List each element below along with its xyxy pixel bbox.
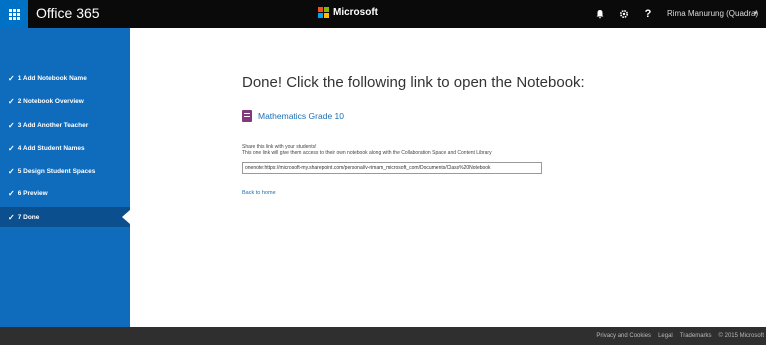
page-title: Done! Click the following link to open t… — [242, 74, 585, 91]
main-content: Done! Click the following link to open t… — [130, 28, 766, 327]
check-icon: ✓ — [8, 96, 15, 106]
chevron-down-icon[interactable]: ▾ — [754, 9, 758, 17]
top-bar: Office 365 Microsoft ? Rima Manurung (Qu… — [0, 0, 766, 28]
step-label: 6 Preview — [17, 189, 48, 197]
footer-link-legal[interactable]: Legal — [658, 333, 673, 339]
app-name[interactable]: Office 365 — [36, 5, 100, 21]
footer: Privacy and Cookies Legal Trademarks © 2… — [0, 327, 766, 345]
footer-copyright: © 2015 Microsoft — [718, 333, 764, 339]
brand-label: Microsoft — [333, 7, 378, 18]
waffle-icon[interactable] — [0, 0, 28, 28]
gear-icon[interactable] — [612, 0, 636, 28]
user-name[interactable]: Rima Manurung (Quadra) — [667, 9, 758, 18]
check-icon: ✓ — [8, 166, 15, 176]
step-add-another-teacher[interactable]: ✓ 3 Add Another Teacher — [0, 115, 130, 135]
check-icon: ✓ — [8, 212, 15, 222]
step-label: 3 Add Another Teacher — [17, 121, 89, 129]
step-add-notebook-name[interactable]: ✓ 1 Add Notebook Name — [0, 68, 130, 88]
notebook-url-field[interactable]: onenote:https://microsoft-my.sharepoint.… — [242, 162, 542, 174]
step-design-student-spaces[interactable]: ✓ 5 Design Student Spaces — [0, 161, 130, 181]
onenote-notebook-icon — [242, 110, 252, 122]
step-label: 5 Design Student Spaces — [17, 167, 96, 175]
step-add-student-names[interactable]: ✓ 4 Add Student Names — [0, 138, 130, 158]
step-label: 4 Add Student Names — [17, 144, 85, 152]
check-icon: ✓ — [8, 143, 15, 153]
step-label: 2 Notebook Overview — [17, 97, 84, 105]
check-icon: ✓ — [8, 188, 15, 198]
step-done[interactable]: ✓ 7 Done — [0, 207, 130, 227]
check-icon: ✓ — [8, 120, 15, 130]
bell-icon[interactable] — [588, 0, 612, 28]
share-description: This one link will give them access to t… — [242, 150, 492, 156]
check-icon: ✓ — [8, 73, 15, 83]
wizard-sidebar: ✓ 1 Add Notebook Name ✓ 2 Notebook Overvie… — [0, 28, 130, 327]
step-preview[interactable]: ✓ 6 Preview — [0, 183, 130, 203]
footer-link-privacy[interactable]: Privacy and Cookies — [596, 333, 651, 339]
step-label: 7 Done — [17, 213, 40, 221]
footer-link-trademarks[interactable]: Trademarks — [680, 333, 712, 339]
microsoft-logo: Microsoft — [318, 7, 378, 18]
microsoft-logo-icon — [318, 7, 329, 18]
help-icon[interactable]: ? — [636, 0, 660, 28]
step-label: 1 Add Notebook Name — [17, 74, 87, 82]
step-notebook-overview[interactable]: ✓ 2 Notebook Overview — [0, 91, 130, 111]
notebook-link[interactable]: Mathematics Grade 10 — [242, 110, 344, 122]
notebook-link-label[interactable]: Mathematics Grade 10 — [258, 111, 344, 121]
back-to-home-link[interactable]: Back to home — [242, 190, 276, 196]
